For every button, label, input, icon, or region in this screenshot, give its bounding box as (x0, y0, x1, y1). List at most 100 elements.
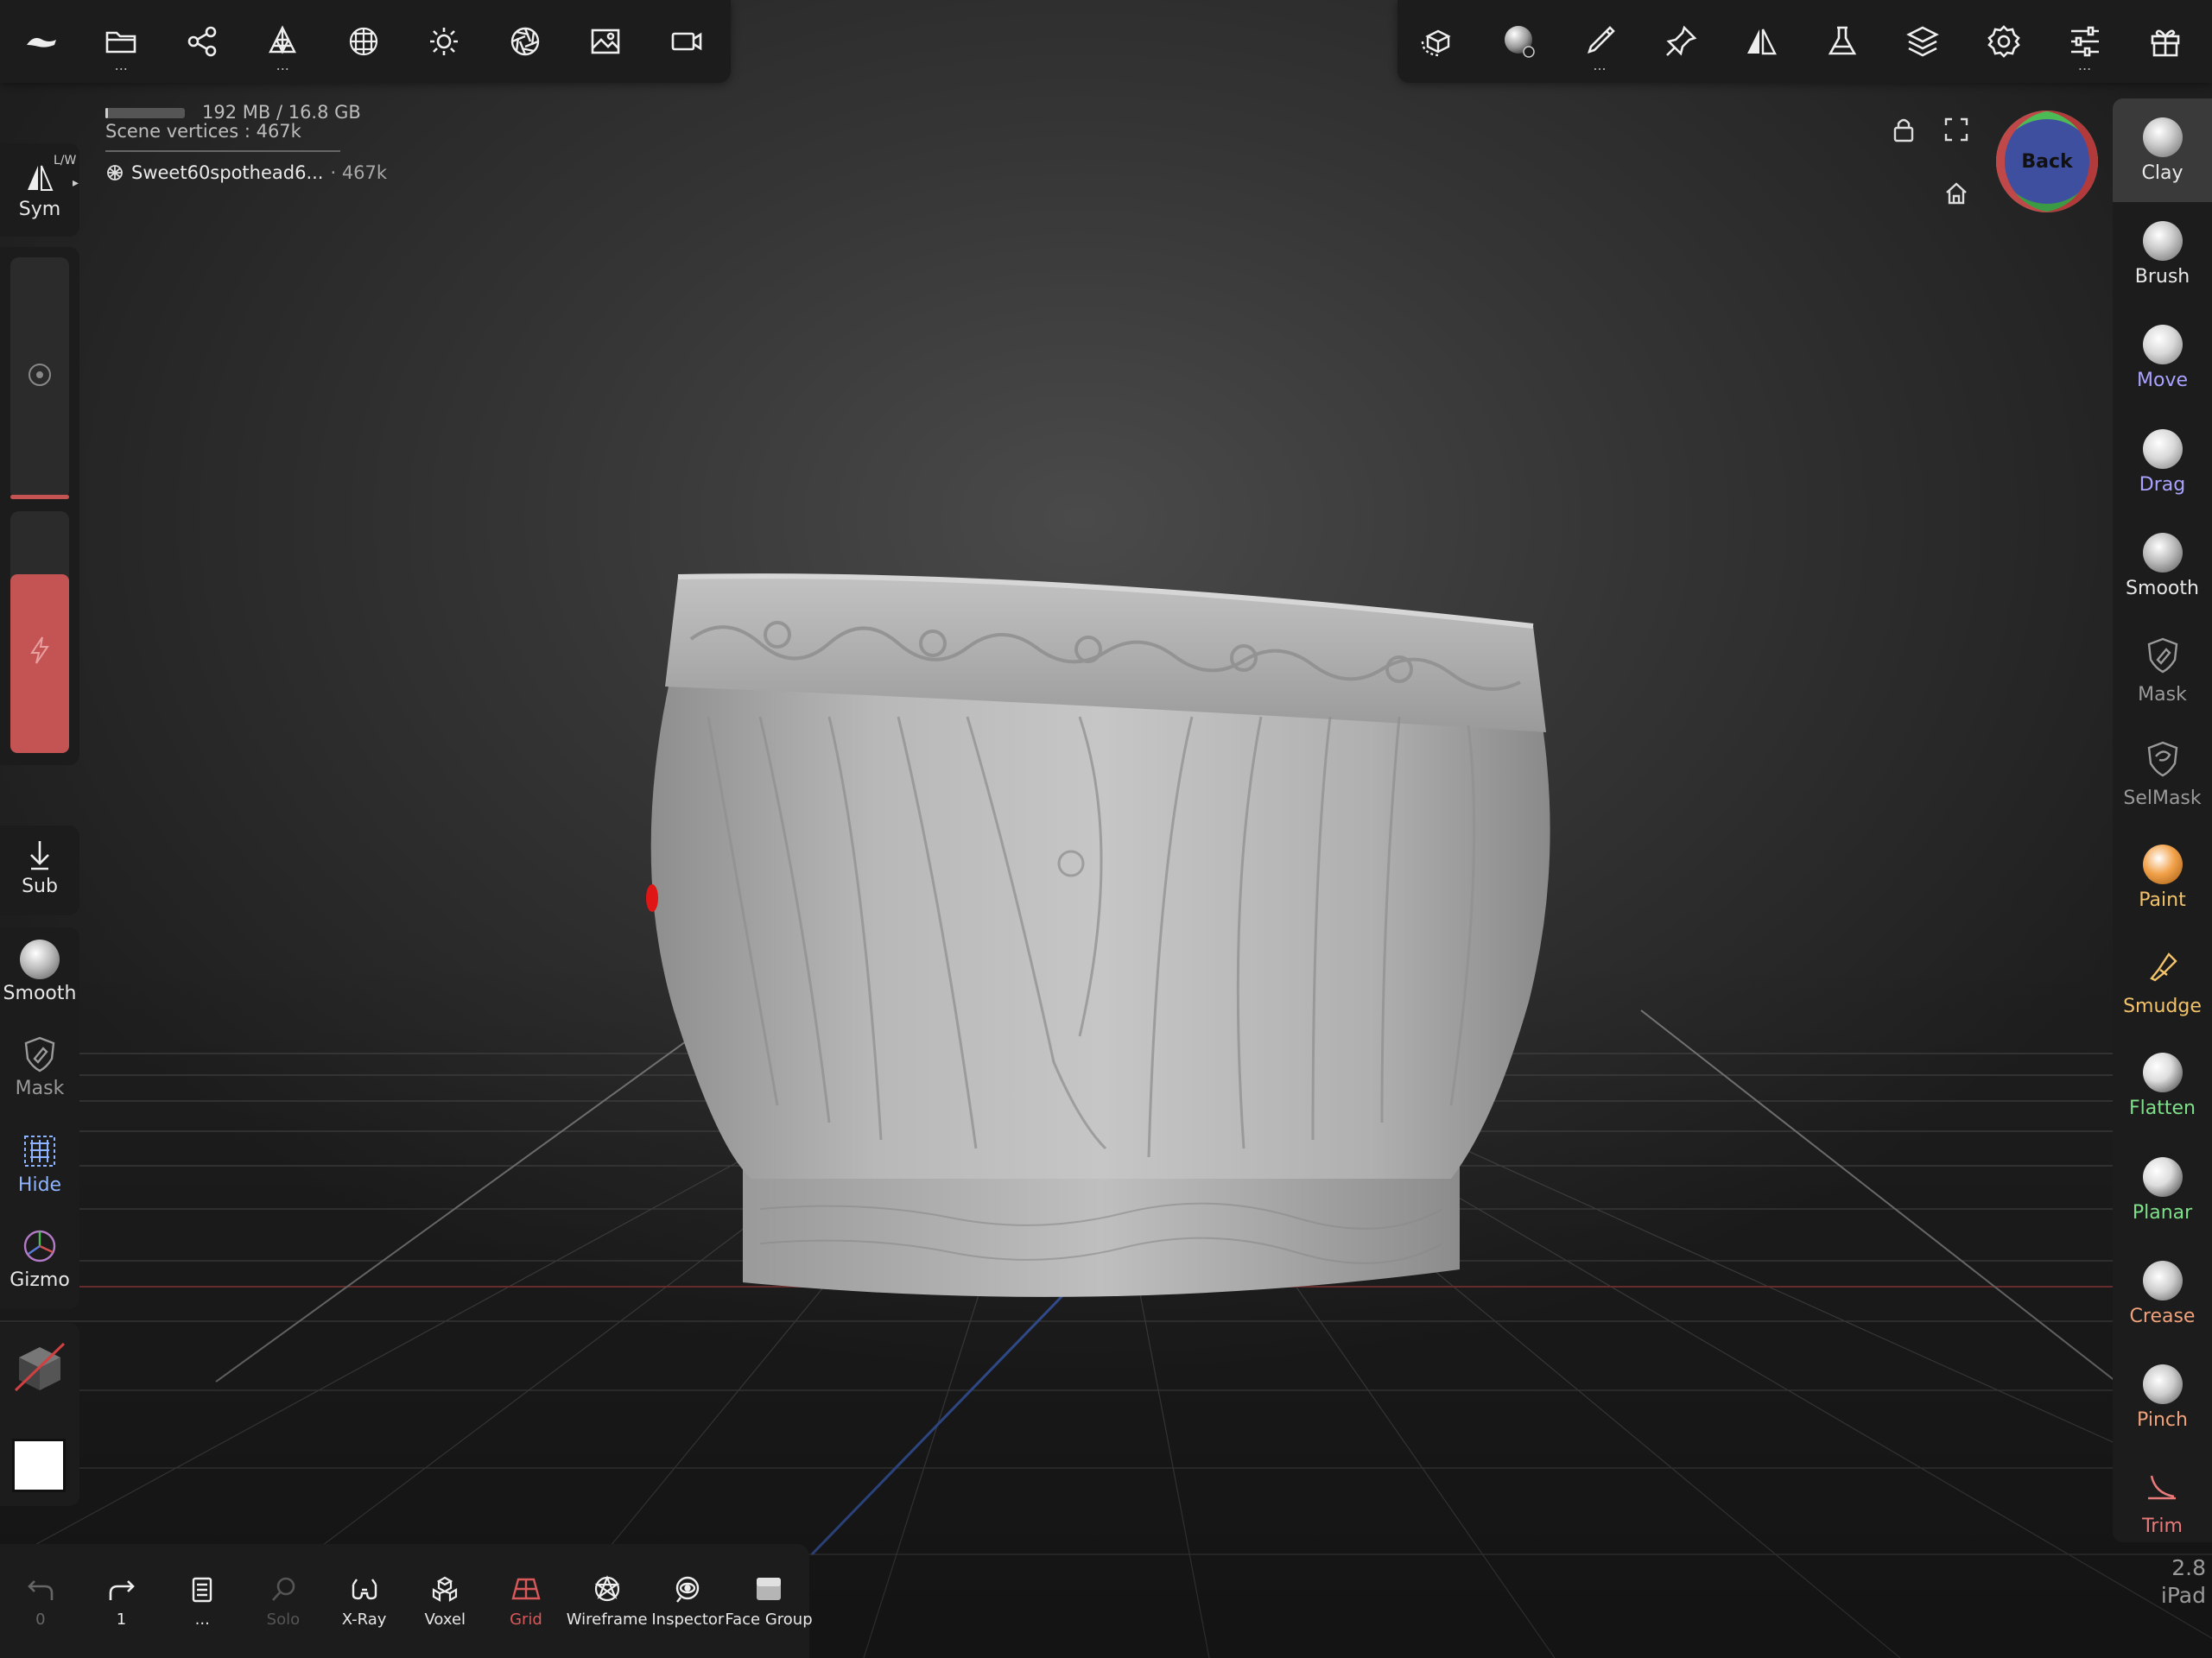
undo-button[interactable]: 0 (0, 1544, 81, 1658)
mesh-vertex-count: · 467k (330, 162, 388, 183)
rotate-cube-icon[interactable] (1398, 0, 1479, 83)
symmetry-icon (28, 165, 54, 191)
brush-tool-mask[interactable]: Mask (2113, 618, 2212, 722)
history-button[interactable]: ... (162, 1544, 243, 1658)
gift-icon[interactable] (2125, 0, 2206, 83)
redo-count: 1 (116, 1610, 127, 1629)
sun-icon[interactable] (404, 0, 485, 83)
xray-label: X-Ray (341, 1610, 387, 1629)
brush-tool-smooth[interactable]: Smooth (2113, 515, 2212, 618)
planar-brush-icon (2142, 1156, 2183, 1197)
folder-icon[interactable]: ... (81, 0, 162, 83)
brush-tool-clay[interactable]: Clay (2113, 98, 2212, 202)
sym-badge: L/W (54, 154, 77, 168)
mesh-row[interactable]: Sweet60spothead6... · 467k (105, 162, 387, 183)
scene-vertices: Scene vertices : 467k (105, 121, 301, 142)
left-tool-smooth[interactable]: Smooth (0, 940, 79, 1004)
history-icon (193, 1577, 212, 1602)
lock-icon[interactable] (1885, 111, 1923, 149)
sliders-icon[interactable]: ... (2044, 0, 2126, 83)
face-group-button[interactable]: Face Group (725, 1544, 813, 1658)
logo-icon[interactable] (0, 0, 81, 83)
left-tool-hide[interactable]: Hide (0, 1131, 79, 1196)
flask-icon[interactable] (1802, 0, 1883, 83)
camera-icon[interactable] (646, 0, 727, 83)
sculpt-viewport[interactable] (0, 0, 2212, 1658)
view-cube-label: Back (2021, 150, 2073, 173)
brush-tool-label: SelMask (2123, 787, 2202, 809)
color-swatch-button[interactable] (12, 1439, 66, 1492)
brush-tool-pinch[interactable]: Pinch (2113, 1346, 2212, 1450)
brush-tool-move[interactable]: Move (2113, 307, 2212, 410)
wireframe-label: Wireframe (566, 1610, 648, 1629)
brush-sliders (0, 247, 79, 765)
brush-tool-label: Smudge (2123, 995, 2202, 1017)
solo-icon (271, 1577, 295, 1601)
left-tool-mask[interactable]: Mask (0, 1035, 79, 1099)
grid-button[interactable]: Grid (485, 1544, 567, 1658)
solo-button[interactable]: Solo (243, 1544, 324, 1658)
layers-icon[interactable] (1883, 0, 1964, 83)
brush-tool-trim[interactable]: Trim (2113, 1450, 2212, 1542)
brush-tool-smudge[interactable]: Smudge (2113, 930, 2212, 1034)
sculpt-mesh-pot[interactable] (650, 573, 1550, 1297)
topology-icon[interactable]: ... (243, 0, 324, 83)
brush-tool-drag[interactable]: Drag (2113, 410, 2212, 514)
pin-icon[interactable] (1640, 0, 1721, 83)
brush-tool-planar[interactable]: Planar (2113, 1138, 2212, 1242)
mask-shield-icon (24, 1036, 55, 1073)
wireframe-button[interactable]: Wireframe (567, 1544, 648, 1658)
drag-brush-icon (2142, 428, 2183, 469)
redo-button[interactable]: 1 (81, 1544, 162, 1658)
brush-tool-paint[interactable]: Paint (2113, 826, 2212, 930)
symmetry-icon[interactable] (1721, 0, 1802, 83)
symmetry-button[interactable]: Sym L/W ▸ (0, 143, 79, 237)
cube-material-icon (14, 1342, 66, 1392)
inspector-button[interactable]: Inspector (648, 1544, 729, 1658)
radius-slider[interactable] (10, 257, 69, 499)
face-group-label: Face Group (725, 1610, 813, 1629)
image-icon[interactable] (566, 0, 647, 83)
brush-pen-icon[interactable]: ... (1559, 0, 1640, 83)
memory-bar-fill (105, 108, 108, 118)
inspector-label: Inspector (651, 1610, 725, 1629)
mask-brush-icon (2144, 636, 2182, 679)
xray-icon (352, 1578, 377, 1599)
share-icon[interactable] (162, 0, 243, 83)
intensity-slider[interactable] (10, 511, 69, 753)
voxel-button[interactable]: Voxel (404, 1544, 485, 1658)
brush-tool-label: Drag (2139, 473, 2186, 496)
view-cube[interactable]: Back (1996, 111, 2098, 212)
matcap-sphere-icon[interactable] (1479, 0, 1560, 83)
left-tool-gizmo[interactable]: Gizmo (0, 1226, 79, 1291)
voxel-icon (433, 1576, 458, 1602)
brush-tool-label: Move (2137, 370, 2188, 392)
selmask-brush-icon (2144, 739, 2182, 782)
top-right-toolbar: ... ... (1398, 0, 2212, 83)
left-tool-shortcuts: Smooth Mask Hide Gizmo (0, 927, 79, 1309)
sub-button[interactable]: Sub (0, 826, 79, 915)
version-device: iPad (2160, 1583, 2206, 1608)
mesh-name: Sweet60spothead6... (131, 162, 324, 183)
settings-icon[interactable] (1963, 0, 2044, 83)
material-box (0, 1323, 79, 1506)
redo-icon (109, 1579, 135, 1600)
material-preview-button[interactable] (10, 1337, 69, 1395)
brush-tool-label: Clay (2141, 161, 2183, 184)
memory-bar (105, 108, 185, 118)
brush-tool-panel: Clay Brush Move Drag Smooth Mask SelMask Paint S… (2113, 98, 2212, 1542)
brush-tool-selmask[interactable]: SelMask (2113, 722, 2212, 826)
version-info: 2.8 iPad (2142, 1554, 2206, 1610)
home-icon[interactable] (1937, 174, 1975, 212)
smooth-brush-icon (2142, 533, 2183, 573)
brush-tool-flatten[interactable]: Flatten (2113, 1035, 2212, 1138)
fullscreen-icon[interactable] (1937, 111, 1975, 149)
xray-button[interactable]: X-Ray (324, 1544, 405, 1658)
grid-sphere-icon[interactable] (323, 0, 404, 83)
brush-tool-brush[interactable]: Brush (2113, 202, 2212, 306)
top-left-toolbar: ... ... (0, 0, 731, 83)
aperture-icon[interactable] (485, 0, 566, 83)
smooth-sphere-icon (20, 940, 60, 979)
brush-tool-crease[interactable]: Crease (2113, 1242, 2212, 1345)
voxel-label: Voxel (424, 1610, 466, 1629)
